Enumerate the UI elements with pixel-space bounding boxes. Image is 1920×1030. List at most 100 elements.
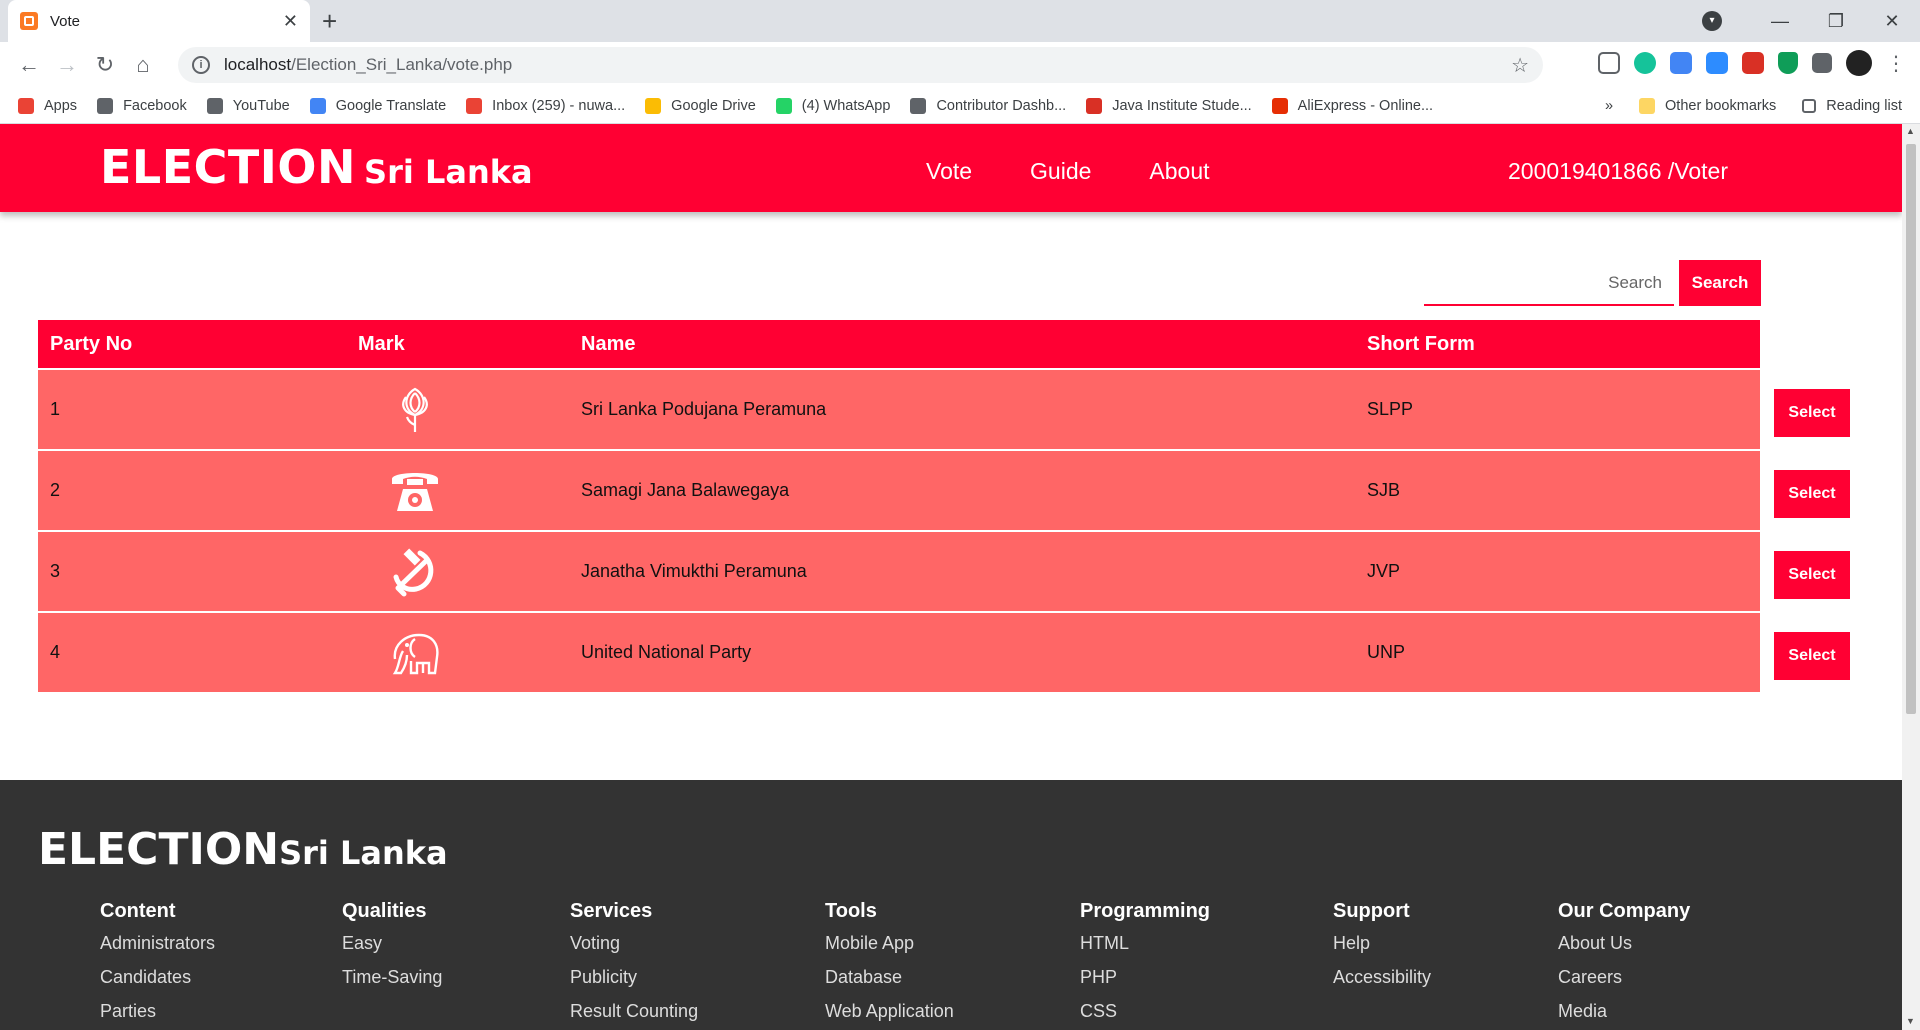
bookmark-star-icon[interactable]: ☆: [1511, 53, 1529, 78]
hammer-sickle-icon: [388, 545, 442, 599]
more-bookmarks-icon[interactable]: »: [1605, 98, 1613, 114]
bookmark-favicon-icon: [206, 97, 223, 114]
bookmark-label: Google Drive: [671, 97, 756, 114]
party-no: 3: [50, 561, 61, 581]
bookmark-item[interactable]: Java Institute Stude...: [1086, 97, 1252, 114]
xampp-favicon-icon: [20, 12, 38, 30]
bookmark-item[interactable]: Apps: [18, 97, 78, 114]
footer-link[interactable]: Administrators: [100, 933, 215, 967]
bookmark-label: Inbox (259) - nuwa...: [492, 97, 626, 114]
pdf-extension-icon[interactable]: [1742, 52, 1764, 74]
bookmark-item[interactable]: AliExpress - Online...: [1271, 97, 1433, 114]
select-button-sjb[interactable]: Select: [1774, 470, 1850, 518]
party-short: SLPP: [1367, 399, 1414, 419]
browser-tab[interactable]: Vote ✕: [8, 0, 310, 42]
footer-link[interactable]: Database: [825, 967, 954, 1001]
footer-column-title: Services: [570, 900, 653, 922]
footer-link[interactable]: Careers: [1558, 967, 1690, 1001]
home-icon[interactable]: ⌂: [124, 52, 162, 78]
footer-link[interactable]: PHP: [1080, 967, 1210, 1001]
reload-icon[interactable]: ↻: [86, 52, 124, 78]
bookmark-item[interactable]: Facebook: [97, 97, 187, 114]
footer-column-title: Our Company: [1558, 900, 1691, 922]
footer-link[interactable]: Publicity: [570, 967, 698, 1001]
grammarly-extension-icon[interactable]: [1634, 52, 1656, 74]
footer-link[interactable]: CSS: [1080, 1001, 1210, 1030]
scrollbar-thumb[interactable]: [1906, 144, 1916, 714]
forward-arrow-icon[interactable]: →: [48, 52, 86, 78]
nav-vote[interactable]: Vote: [926, 158, 972, 185]
scroll-up-icon[interactable]: ▲: [1906, 126, 1915, 136]
search-form: Search: [1424, 260, 1761, 308]
address-bar[interactable]: i localhost/Election_Sri_Lanka/vote.php …: [178, 47, 1543, 83]
bookmark-item[interactable]: YouTube: [206, 97, 290, 114]
footer-link[interactable]: Result Counting: [570, 1001, 698, 1030]
footer-column: ProgrammingHTMLPHPCSSJava Script: [1080, 900, 1210, 1030]
bookmark-label: Java Institute Stude...: [1112, 97, 1252, 114]
select-button-slpp[interactable]: Select: [1774, 389, 1850, 437]
lotus-bud-icon: [388, 383, 442, 437]
bookmark-item[interactable]: Contributor Dashb...: [910, 97, 1066, 114]
bookmark-item[interactable]: (4) WhatsApp: [775, 97, 890, 114]
footer-link[interactable]: Accessibility: [1333, 967, 1431, 1001]
footer-column: Services Voting Publicity Result Counting: [570, 900, 698, 1030]
party-short: UNP: [1367, 642, 1406, 662]
main-nav: Vote Guide About: [926, 158, 1210, 185]
header-name: Name: [581, 332, 636, 355]
footer-link[interactable]: Media: [1558, 1001, 1690, 1030]
bookmark-item[interactable]: Google Translate: [309, 97, 446, 114]
browser-toolbar: ← → ↻ ⌂ i localhost/Election_Sri_Lanka/v…: [0, 42, 1920, 88]
footer-link[interactable]: Voting: [570, 933, 698, 967]
site-info-icon[interactable]: i: [192, 56, 210, 74]
footer-link[interactable]: Easy: [342, 933, 442, 967]
select-button-jvp[interactable]: Select: [1774, 551, 1850, 599]
footer-link[interactable]: Parties: [100, 1001, 215, 1030]
site-header: ELECTION Sri Lanka Vote Guide About 20001…: [0, 124, 1902, 212]
footer-column-title: Tools: [825, 900, 877, 922]
zoom-extension-icon[interactable]: [1706, 52, 1728, 74]
shield-extension-icon[interactable]: [1778, 52, 1798, 74]
new-tab-button[interactable]: +: [322, 6, 337, 37]
bookmark-item[interactable]: Google Drive: [645, 97, 756, 114]
extensions-area: ⋮: [1598, 50, 1906, 76]
nav-about[interactable]: About: [1149, 158, 1209, 185]
restore-button[interactable]: ❐: [1808, 11, 1864, 32]
translate-extension-icon[interactable]: [1670, 52, 1692, 74]
back-arrow-icon[interactable]: ←: [10, 52, 48, 78]
bookmark-item[interactable]: Inbox (259) - nuwa...: [466, 97, 626, 114]
footer-link[interactable]: Time-Saving: [342, 967, 442, 1001]
search-button[interactable]: Search: [1679, 260, 1761, 306]
bookmarks-right: » Other bookmarks Reading list: [1605, 88, 1902, 124]
close-window-button[interactable]: ✕: [1864, 11, 1920, 32]
party-name: Samagi Jana Balawegaya: [581, 480, 790, 500]
page-scrollbar[interactable]: ▲ ▼: [1902, 124, 1920, 1030]
scroll-down-icon[interactable]: ▼: [1906, 1016, 1915, 1026]
reading-list-label: Reading list: [1826, 98, 1902, 114]
table-row: 3 Janatha Vimukthi Peramuna JVP: [38, 530, 1760, 611]
footer-link[interactable]: Mobile App: [825, 933, 954, 967]
reader-extension-icon[interactable]: [1598, 52, 1620, 74]
footer-link[interactable]: HTML: [1080, 933, 1210, 967]
minimize-button[interactable]: —: [1752, 11, 1808, 32]
party-short: JVP: [1367, 561, 1401, 581]
footer-link[interactable]: Help: [1333, 933, 1431, 967]
footer-link[interactable]: Candidates: [100, 967, 215, 1001]
profile-avatar[interactable]: [1846, 50, 1872, 76]
footer-link[interactable]: About Us: [1558, 933, 1690, 967]
menu-kebab-icon[interactable]: ⋮: [1886, 51, 1906, 76]
reading-list[interactable]: Reading list: [1802, 98, 1902, 114]
site-logo[interactable]: ELECTION Sri Lanka: [100, 140, 533, 194]
footer-link[interactable]: Web Application: [825, 1001, 954, 1030]
user-id[interactable]: 200019401866 /Voter: [1508, 158, 1728, 185]
bookmark-label: Apps: [44, 97, 78, 114]
party-name: United National Party: [581, 642, 752, 662]
puzzle-extensions-icon[interactable]: [1812, 53, 1832, 73]
other-bookmarks[interactable]: Other bookmarks: [1639, 98, 1776, 114]
bookmark-favicon-icon: [775, 97, 792, 114]
select-button-unp[interactable]: Select: [1774, 632, 1850, 680]
tab-close-icon[interactable]: ✕: [283, 11, 298, 32]
tab-search-icon[interactable]: ▾: [1702, 11, 1722, 31]
nav-guide[interactable]: Guide: [1030, 158, 1091, 185]
search-input[interactable]: [1424, 262, 1674, 306]
bookmark-label: YouTube: [232, 97, 290, 114]
